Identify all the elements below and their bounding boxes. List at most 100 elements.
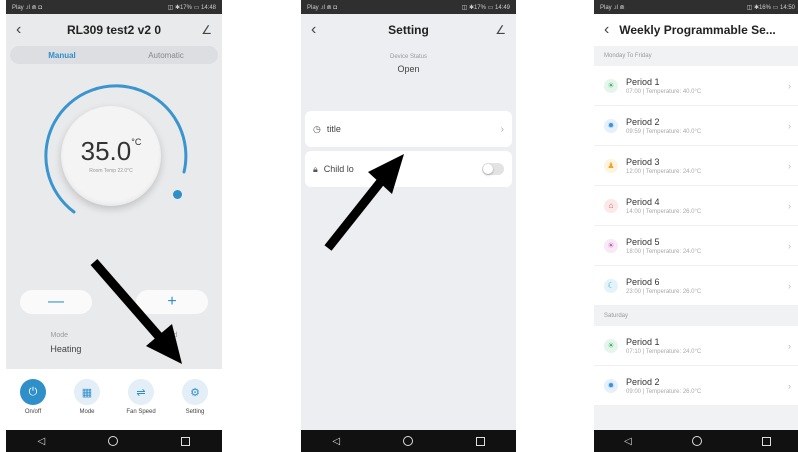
period-time: 18:00 — [626, 248, 642, 255]
chevron-right-icon: › — [788, 380, 791, 391]
period-row[interactable]: ☀ Period 1 07:00 | Temperature: 40.0°C › — [594, 66, 798, 106]
system-nav-bar: ◁ — [594, 430, 798, 452]
period-time: 07:10 — [626, 348, 642, 355]
period-row[interactable]: ☀ Period 5 18:00 | Temperature: 24.0°C › — [594, 226, 798, 266]
dial-knob[interactable] — [173, 190, 182, 199]
period-temperature: Temperature: 24.0°C — [645, 348, 702, 355]
sunrise-icon: ☀ — [604, 338, 618, 353]
setting-button-label: Setting — [185, 409, 205, 415]
sun-icon: ✹ — [604, 378, 618, 393]
period-name: Period 1 — [626, 336, 660, 347]
period-time: 23:00 — [626, 288, 642, 295]
dial-face: 35.0°C Room Temp 22.0°C — [61, 106, 161, 206]
chevron-right-icon: › — [788, 80, 791, 91]
period-temperature: Temperature: 26.0°C — [645, 388, 702, 395]
chevron-right-icon: › — [788, 160, 791, 171]
phone-weekly-schedule-screen: Play .ıl ⋒ ◫ ✱16% ▭ 14:50 ‹ Weekly Progr… — [594, 0, 798, 452]
mode-button-label: Mode — [79, 409, 95, 415]
period-row[interactable]: ✹ Period 2 09:59 | Temperature: 40.0°C › — [594, 106, 798, 146]
period-name: Period 6 — [626, 276, 660, 287]
person-icon: ♟ — [604, 158, 618, 173]
period-text: Period 2 09:00 | Temperature: 26.0°C — [626, 377, 788, 395]
chevron-right-icon: › — [788, 340, 791, 351]
power-button[interactable]: ⏻ On/off — [11, 379, 55, 415]
period-time: 07:00 — [626, 88, 642, 95]
nav-home-icon[interactable] — [691, 436, 702, 446]
sun-icon: ✹ — [604, 118, 618, 133]
nav-back-icon[interactable]: ◁ — [332, 436, 340, 447]
nav-back-icon[interactable]: ◁ — [38, 436, 46, 447]
tab-manual[interactable]: Manual — [10, 46, 114, 64]
period-row[interactable]: ☾ Period 6 23:00 | Temperature: 26.0°C › — [594, 266, 798, 306]
period-name: Period 2 — [626, 116, 660, 127]
nav-recent-icon[interactable] — [475, 436, 485, 446]
nav-home-icon[interactable] — [402, 436, 413, 446]
page-title: RL309 test2 v2 0 — [66, 23, 162, 37]
title-row[interactable]: ◷ title › — [305, 111, 512, 147]
period-temperature: Temperature: 26.0°C — [645, 208, 702, 215]
period-temperature: Temperature: 26.0°C — [645, 288, 702, 295]
mode-icon: ▦ — [74, 379, 100, 405]
mode-label: Mode — [50, 332, 69, 339]
sunset-icon: ☀ — [604, 238, 618, 253]
period-name: Period 1 — [626, 76, 660, 87]
period-temperature: Temperature: 40.0°C — [645, 88, 702, 95]
gear-icon: ⚙ — [182, 379, 208, 405]
temp-unit: °C — [131, 137, 142, 147]
back-icon[interactable]: ‹ — [311, 21, 325, 39]
power-icon: ⏻ — [20, 379, 46, 405]
mode-button[interactable]: ▦ Mode — [65, 379, 109, 415]
status-left: Play .ıl ⋒ — [600, 4, 625, 11]
period-row[interactable]: ⌂ Period 4 14:00 | Temperature: 26.0°C › — [594, 186, 798, 226]
bottom-toolbar: ⏻ On/off ▦ Mode ⇌ Fan Speed ⚙ Setting — [6, 369, 222, 430]
decrease-button[interactable]: — — [20, 290, 92, 314]
period-detail: 23:00 | Temperature: 26.0°C — [626, 289, 788, 295]
period-detail: 07:10 | Temperature: 24.0°C — [626, 349, 788, 355]
nav-home-icon[interactable] — [108, 436, 119, 446]
clock-icon: ◷ — [313, 123, 321, 134]
period-detail: 12:00 | Temperature: 24.0°C — [626, 169, 788, 175]
annotation-arrow-up-right — [324, 154, 404, 251]
nav-back-icon[interactable]: ◁ — [624, 436, 632, 447]
edit-icon[interactable]: ∠ — [492, 23, 506, 37]
page-title: Setting — [388, 23, 429, 37]
period-row[interactable]: ☀ Period 1 07:10 | Temperature: 24.0°C › — [594, 326, 798, 366]
period-text: Period 3 12:00 | Temperature: 24.0°C — [626, 157, 788, 175]
period-name: Period 4 — [626, 196, 660, 207]
child-lock-toggle[interactable] — [482, 163, 504, 175]
room-temperature: Room Temp 22.0°C — [89, 168, 133, 174]
status-bar: Play .ıl ⋒ ◘ ◫ ✱17% ▭ 14:48 — [6, 0, 222, 14]
chevron-right-icon: › — [500, 123, 504, 135]
period-time: 14:00 — [626, 208, 642, 215]
period-temperature: Temperature: 24.0°C — [645, 168, 702, 175]
status-bar: Play .ıl ⋒ ◫ ✱16% ▭ 14:50 — [594, 0, 798, 14]
fan-speed-button[interactable]: ⇌ Fan Speed — [119, 379, 163, 415]
period-row[interactable]: ♟ Period 3 12:00 | Temperature: 24.0°C › — [594, 146, 798, 186]
nav-recent-icon[interactable] — [761, 436, 771, 446]
period-detail: 14:00 | Temperature: 26.0°C — [626, 209, 788, 215]
fan-speed-icon: ⇌ — [128, 379, 154, 405]
title-row-label: title — [326, 124, 341, 134]
edit-icon[interactable]: ∠ — [198, 23, 212, 37]
mode-value[interactable]: Heating — [50, 344, 81, 354]
period-detail: 09:59 | Temperature: 40.0°C — [626, 129, 788, 135]
back-icon[interactable]: ‹ — [604, 21, 618, 39]
period-text: Period 1 07:10 | Temperature: 24.0°C — [626, 337, 788, 355]
period-row[interactable]: ✹ Period 2 09:00 | Temperature: 26.0°C › — [594, 366, 798, 406]
chevron-right-icon: › — [788, 280, 791, 291]
period-text: Period 6 23:00 | Temperature: 26.0°C — [626, 277, 788, 295]
setting-button[interactable]: ⚙ Setting — [173, 379, 217, 415]
sunrise-icon: ☀ — [604, 78, 618, 93]
period-name: Period 5 — [626, 236, 660, 247]
period-text: Period 5 18:00 | Temperature: 24.0°C — [626, 237, 788, 255]
title-bar: ‹ RL309 test2 v2 0 ∠ — [6, 14, 222, 46]
section-header: Monday To Friday — [604, 53, 652, 59]
back-icon[interactable]: ‹ — [16, 21, 30, 39]
chevron-right-icon: › — [788, 120, 791, 131]
chevron-right-icon: › — [788, 200, 791, 211]
nav-recent-icon[interactable] — [181, 436, 191, 446]
page-title: Weekly Programmable Se... — [619, 23, 776, 37]
tab-automatic[interactable]: Automatic — [114, 46, 218, 64]
lock-icon: 🔒︎ — [313, 163, 318, 174]
period-time: 09:00 — [626, 388, 642, 395]
